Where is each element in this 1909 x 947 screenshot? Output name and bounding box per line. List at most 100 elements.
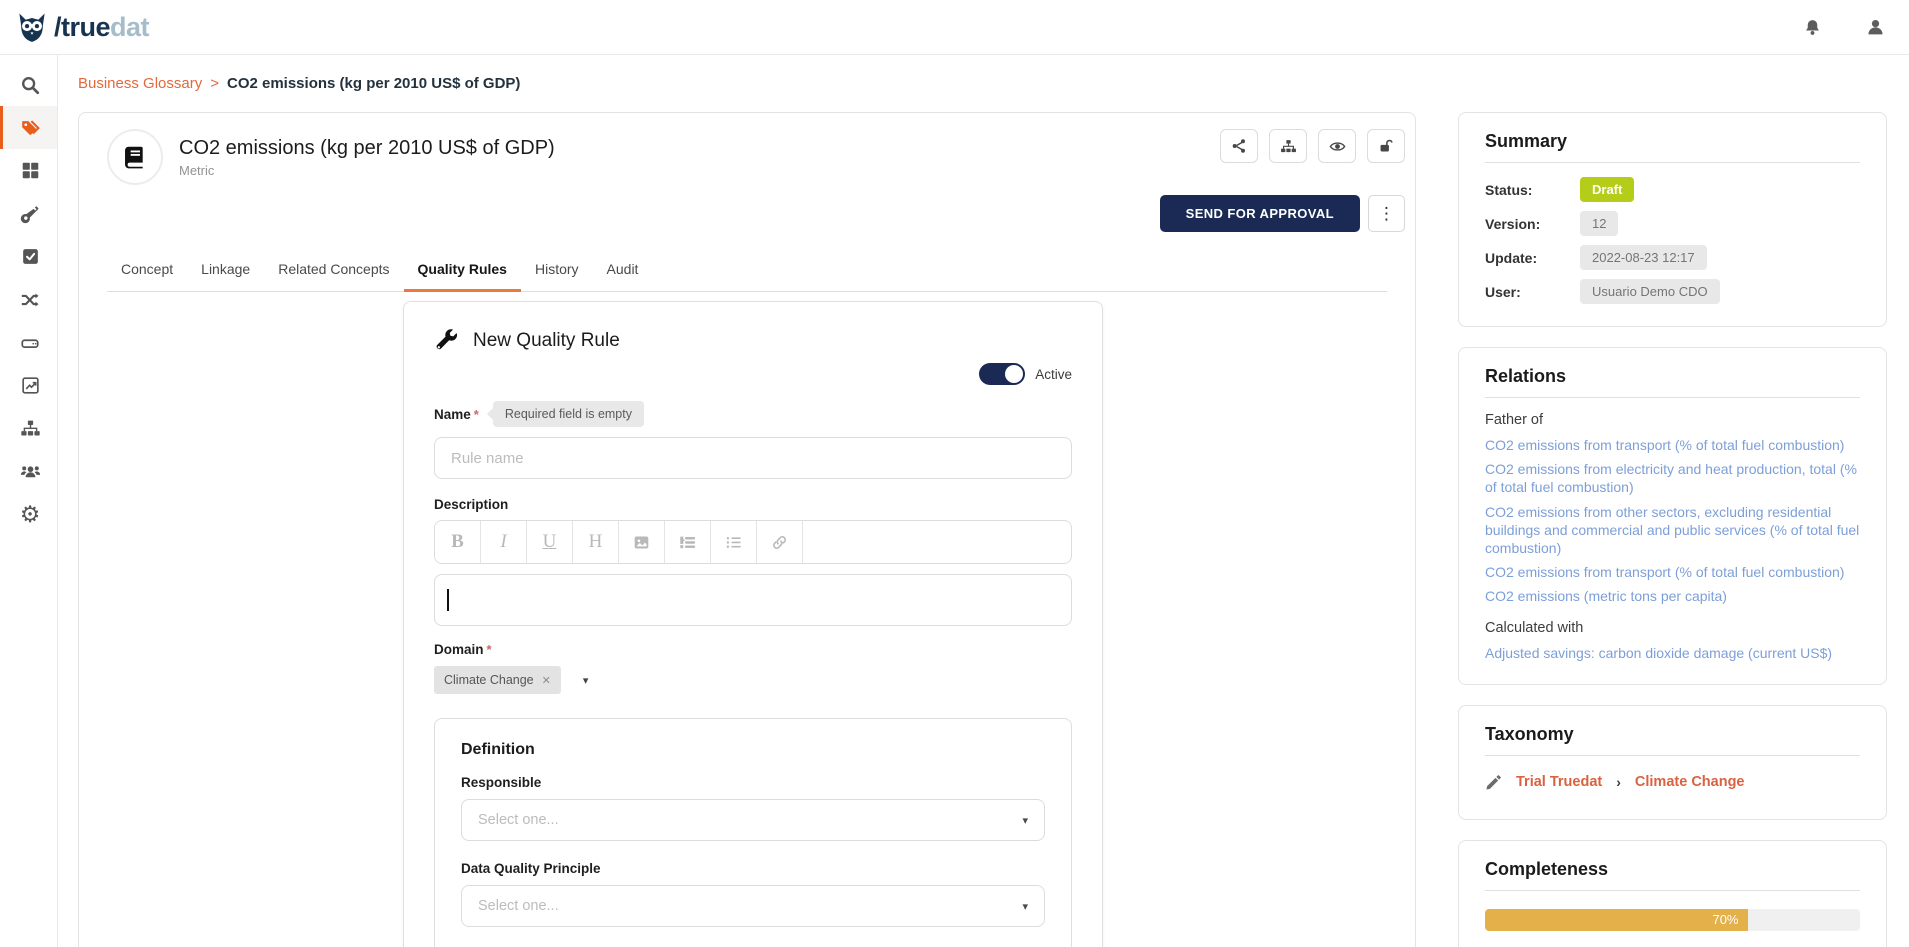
share-button[interactable] xyxy=(1220,129,1258,163)
right-sidebar: Summary Status: Draft Version: 12 Update… xyxy=(1458,112,1887,947)
link-icon xyxy=(771,534,788,551)
heading-button[interactable]: H xyxy=(573,521,619,563)
definition-title: Definition xyxy=(461,741,1045,759)
breadcrumb-parent-link[interactable]: Business Glossary xyxy=(78,75,202,92)
taxonomy-link-parent[interactable]: Trial Truedat xyxy=(1516,774,1602,790)
logo-wordmark: /truedat xyxy=(54,12,149,43)
sidebar-item-taxonomy[interactable] xyxy=(0,407,57,450)
user-menu-button[interactable] xyxy=(1866,18,1885,37)
unlock-icon xyxy=(1378,138,1394,154)
concept-tabs: Concept Linkage Related Concepts Quality… xyxy=(107,253,1387,292)
required-field-badge: Required field is empty xyxy=(493,401,644,427)
tab-quality-rules[interactable]: Quality Rules xyxy=(404,253,521,292)
underline-button[interactable]: U xyxy=(527,521,573,563)
unordered-list-icon xyxy=(725,534,742,551)
domain-tag[interactable]: Climate Change ✕ xyxy=(434,666,561,694)
relation-link[interactable]: CO2 emissions from other sectors, exclud… xyxy=(1485,503,1860,558)
domain-label: Domain* xyxy=(434,642,1072,657)
tab-related-concepts[interactable]: Related Concepts xyxy=(264,253,403,291)
concept-avatar xyxy=(107,129,163,185)
concept-header: CO2 emissions (kg per 2010 US$ of GDP) M… xyxy=(107,129,555,185)
sidebar-item-search[interactable] xyxy=(0,63,57,106)
italic-button[interactable]: I xyxy=(481,521,527,563)
user-badge: Usuario Demo CDO xyxy=(1580,279,1720,304)
required-asterisk: * xyxy=(487,642,492,657)
user-icon xyxy=(1866,18,1885,37)
form-title: New Quality Rule xyxy=(473,330,620,352)
version-badge: 12 xyxy=(1580,211,1618,236)
definition-section: Definition Responsible Select one... ▾ D… xyxy=(434,718,1072,947)
sidebar-item-permissions[interactable] xyxy=(0,192,57,235)
sitemap-icon xyxy=(1280,138,1297,155)
tab-concept[interactable]: Concept xyxy=(107,253,187,291)
bell-icon xyxy=(1803,18,1822,37)
description-label: Description xyxy=(434,497,1072,512)
new-quality-rule-form: New Quality Rule Active Name* Required f… xyxy=(403,301,1103,947)
grid-icon xyxy=(21,161,40,180)
pencil-icon[interactable] xyxy=(1485,774,1502,791)
ordered-list-button[interactable] xyxy=(665,521,711,563)
text-cursor xyxy=(447,589,449,611)
taxonomy-title: Taxonomy xyxy=(1485,724,1860,756)
relation-link[interactable]: CO2 emissions from transport (% of total… xyxy=(1485,563,1860,581)
chevron-down-icon: ▾ xyxy=(1022,814,1028,827)
more-options-button[interactable]: ⋮ xyxy=(1368,195,1405,232)
summary-panel: Summary Status: Draft Version: 12 Update… xyxy=(1458,112,1887,327)
tab-history[interactable]: History xyxy=(521,253,593,291)
notifications-button[interactable] xyxy=(1803,18,1822,37)
sidebar-item-analytics[interactable] xyxy=(0,364,57,407)
left-nav: ⚙ xyxy=(0,55,58,947)
unlock-button[interactable] xyxy=(1367,129,1405,163)
sidebar-item-users[interactable] xyxy=(0,450,57,493)
rule-name-input[interactable] xyxy=(434,437,1072,479)
relation-link[interactable]: CO2 emissions from electricity and heat … xyxy=(1485,460,1860,496)
responsible-select[interactable]: Select one... ▾ xyxy=(461,799,1045,841)
sidebar-item-tasks[interactable] xyxy=(0,235,57,278)
domain-dropdown-caret[interactable]: ▾ xyxy=(583,674,589,687)
structure-button[interactable] xyxy=(1269,129,1307,163)
summary-title: Summary xyxy=(1485,131,1860,163)
tab-audit[interactable]: Audit xyxy=(593,253,653,291)
domain-select-row: Climate Change ✕ ▾ xyxy=(434,666,1072,694)
remove-tag-icon[interactable]: ✕ xyxy=(542,674,551,687)
toggle-knob xyxy=(1005,365,1023,383)
app-root: /truedat xyxy=(0,0,1909,947)
sidebar-item-data-sources[interactable] xyxy=(0,321,57,364)
sitemap-icon xyxy=(20,418,41,439)
relation-link[interactable]: CO2 emissions (metric tons per capita) xyxy=(1485,587,1860,605)
search-icon xyxy=(20,75,40,95)
send-for-approval-button[interactable]: SEND FOR APPROVAL xyxy=(1160,195,1360,232)
insert-image-button[interactable] xyxy=(619,521,665,563)
active-toggle-label: Active xyxy=(1035,367,1072,382)
taxonomy-path: Trial Truedat › Climate Change xyxy=(1485,774,1860,797)
users-icon xyxy=(20,461,41,482)
top-bar: /truedat xyxy=(0,0,1909,55)
relation-link[interactable]: CO2 emissions from transport (% of total… xyxy=(1485,436,1860,454)
responsible-label: Responsible xyxy=(461,775,1045,790)
completeness-progress: 70% xyxy=(1485,909,1860,931)
check-square-icon xyxy=(21,247,40,266)
rich-text-toolbar: B I U H xyxy=(434,520,1072,564)
unordered-list-button[interactable] xyxy=(711,521,757,563)
sidebar-item-lineage[interactable] xyxy=(0,278,57,321)
completeness-percent: 70% xyxy=(1712,912,1738,927)
sidebar-item-modules[interactable] xyxy=(0,149,57,192)
sidebar-item-glossary[interactable] xyxy=(0,106,57,149)
description-editor[interactable] xyxy=(434,574,1072,626)
bold-button[interactable]: B xyxy=(435,521,481,563)
relation-link[interactable]: Adjusted savings: carbon dioxide damage … xyxy=(1485,644,1860,662)
truedat-logo[interactable]: /truedat xyxy=(14,9,149,45)
link-button[interactable] xyxy=(757,521,803,563)
storage-icon xyxy=(20,333,40,353)
active-toggle[interactable] xyxy=(979,363,1025,385)
data-quality-principle-select[interactable]: Select one... ▾ xyxy=(461,885,1045,927)
summary-row-update: Update: 2022-08-23 12:17 xyxy=(1485,245,1860,270)
tags-icon xyxy=(20,117,41,138)
sidebar-item-settings[interactable]: ⚙ xyxy=(0,493,57,536)
tab-linkage[interactable]: Linkage xyxy=(187,253,264,291)
watch-button[interactable] xyxy=(1318,129,1356,163)
taxonomy-link-domain[interactable]: Climate Change xyxy=(1635,774,1745,790)
status-badge: Draft xyxy=(1580,177,1634,202)
relations-title: Relations xyxy=(1485,366,1860,398)
data-quality-principle-label: Data Quality Principle xyxy=(461,861,1045,876)
